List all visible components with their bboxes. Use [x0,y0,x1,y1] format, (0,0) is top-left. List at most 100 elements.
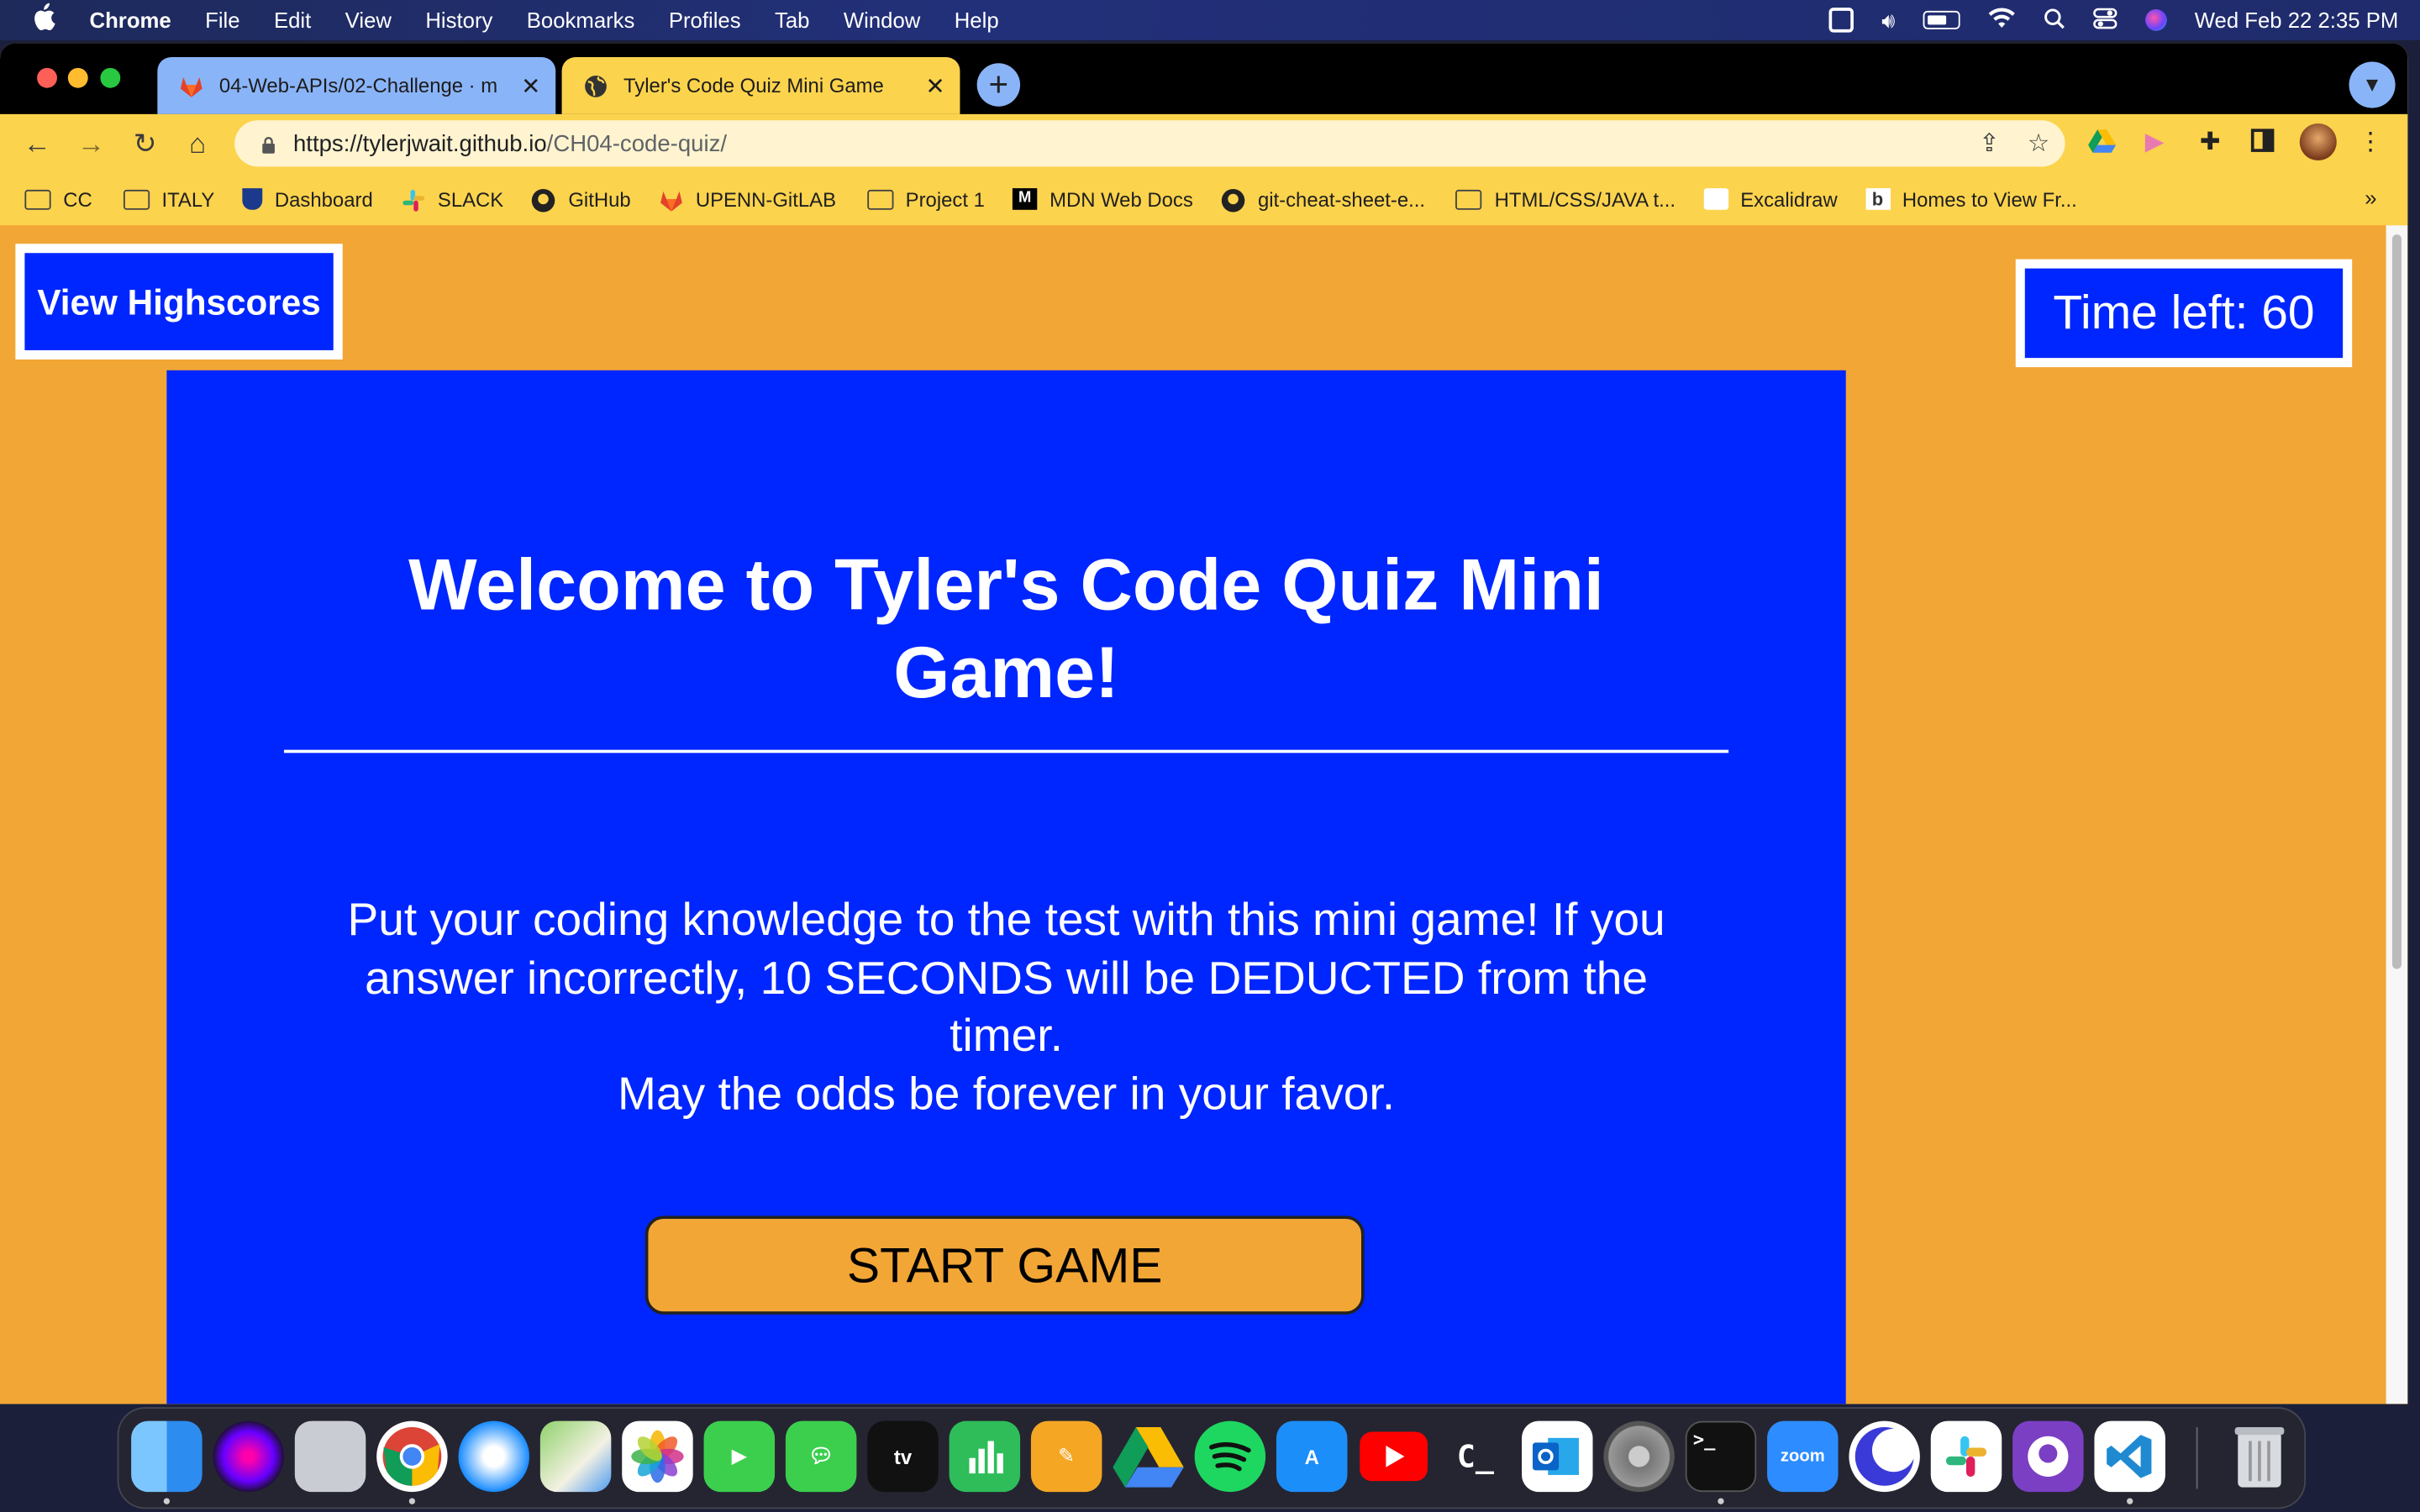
menu-app-name[interactable]: Chrome [90,8,171,32]
scrollbar-thumb[interactable] [2391,234,2402,969]
folder-icon [1455,189,1482,209]
menu-edit[interactable]: Edit [274,8,311,32]
more-bookmarks-icon[interactable]: » [2365,185,2376,209]
google-drive-extension-icon[interactable] [2086,128,2118,159]
home-icon[interactable]: ⌂ [179,125,216,162]
slack-icon[interactable] [1930,1420,2002,1493]
browser-toolbar: ← → ↻ ⌂ https://tylerjwait.github.io/CH0… [0,113,2408,173]
codecademy-icon[interactable]: C_ [1440,1421,1511,1492]
battery-icon[interactable] [1923,10,1960,29]
photos-icon[interactable] [622,1420,693,1493]
night-owl-icon[interactable] [1849,1420,1920,1493]
bookmark-html-css-java[interactable]: HTML/CSS/JAVA t... [1455,187,1676,211]
outlook-icon[interactable] [1522,1420,1593,1493]
title-line-2: Game! [893,631,1119,713]
bookmark-project-1[interactable]: Project 1 [866,187,985,211]
intro-line-2: answer incorrectly, 10 SECONDS will be D… [365,953,1649,1004]
app-store-icon[interactable]: A [1276,1420,1348,1493]
address-bar[interactable]: https://tylerjwait.github.io/CH04-code-q… [234,120,2065,167]
gitlab-icon [179,73,203,97]
bookmark-dashboard[interactable]: Dashboard [242,187,373,211]
github-desktop-icon[interactable] [2012,1420,2084,1493]
pages-icon[interactable]: ✎ [1030,1420,1102,1493]
lock-icon[interactable] [260,134,278,154]
google-drive-icon[interactable] [1113,1421,1184,1492]
share-icon[interactable]: ⇪ [1979,128,2000,159]
control-center-icon[interactable] [2093,7,2118,33]
bookmark-cc[interactable]: CC [24,187,92,211]
bookmark-label: git-cheat-sheet-e... [1257,187,1426,211]
youtube-icon[interactable] [1358,1421,1428,1492]
numbers-icon[interactable] [949,1420,1021,1493]
close-tab-icon[interactable]: ✕ [513,71,550,99]
close-tab-icon[interactable]: ✕ [917,71,954,99]
launchpad-icon[interactable] [294,1420,366,1493]
bookmark-star-icon[interactable]: ☆ [2028,128,2049,159]
terminal-icon[interactable]: >_ [1685,1420,1757,1493]
maps-icon[interactable] [539,1420,612,1493]
view-highscores-button[interactable]: View Highscores [15,244,343,360]
intro-line-4: May the odds be forever in your favor. [618,1068,1396,1120]
bookmark-upenn-gitlab[interactable]: UPENN-GitLAB [659,187,836,212]
new-tab-button[interactable]: + [976,63,1021,107]
timer-display: Time left: 60 [2015,259,2353,368]
menu-bookmarks[interactable]: Bookmarks [527,8,635,32]
bookmark-slack[interactable]: SLACK [401,187,503,212]
zoom-icon[interactable]: zoom [1767,1420,1839,1493]
bookmark-github[interactable]: GitHub [531,187,631,213]
menu-file[interactable]: File [205,8,239,32]
volume-icon[interactable]: 🔊︎ [1881,7,1895,33]
wifi-icon[interactable] [1988,7,2016,33]
bookmark-label: Dashboard [274,187,373,211]
google-drive-status-icon[interactable] [1828,8,1854,33]
bookmark-italy[interactable]: ITALY [123,187,214,211]
forward-arrow-icon[interactable]: → [72,125,109,162]
menu-view[interactable]: View [345,8,392,32]
tab-search-chevron-icon[interactable]: ▼ [2349,61,2396,108]
tab-code-quiz[interactable]: Tyler's Code Quiz Mini Game ✕ [561,56,960,114]
start-game-button[interactable]: START GAME [644,1215,1365,1315]
menu-profiles[interactable]: Profiles [669,8,741,32]
chrome-icon[interactable] [376,1420,448,1493]
system-preferences-icon[interactable] [1603,1420,1675,1493]
apple-tv-icon[interactable]: tv [867,1420,939,1493]
extensions-puzzle-icon[interactable]: ✚ [2195,128,2226,159]
profile-avatar[interactable] [2299,123,2337,161]
menu-window[interactable]: Window [844,8,920,32]
side-panel-icon[interactable] [2247,128,2278,159]
finder-icon[interactable] [131,1420,203,1493]
tab-title: 04-Web-APIs/02-Challenge · m [218,74,498,97]
facetime-icon[interactable]: ▶ [703,1420,776,1493]
close-window-button[interactable] [37,67,57,88]
back-arrow-icon[interactable]: ← [18,125,55,162]
spotlight-search-icon[interactable] [2044,7,2065,33]
menu-help[interactable]: Help [955,8,999,32]
vscode-icon[interactable] [2094,1420,2165,1493]
siri-icon[interactable] [2144,9,2167,31]
bookmark-excalidraw[interactable]: Excalidraw [1703,187,1838,211]
safari-icon[interactable] [458,1420,529,1493]
bookmark-git-cheat-sheet[interactable]: git-cheat-sheet-e... [1221,187,1426,213]
spotify-icon[interactable] [1194,1420,1266,1493]
folder-icon [123,189,150,209]
bookmark-mdn[interactable]: M MDN Web Docs [1012,187,1193,211]
minimize-window-button[interactable] [67,67,88,88]
menubar-clock[interactable]: Wed Feb 22 2:35 PM [2195,8,2399,32]
github-icon [531,188,555,213]
bookmarks-bar: CC ITALY Dashboard SLACK GitHub UPENN-Gi… [0,172,2408,226]
chrome-menu-icon[interactable]: ⋮ [2355,128,2386,159]
reload-icon[interactable]: ↻ [127,125,164,162]
trash-icon[interactable] [2224,1421,2295,1492]
penn-shield-icon [242,188,263,210]
menu-history[interactable]: History [425,8,492,32]
apple-menu-icon[interactable] [31,2,59,38]
zoom-window-button[interactable] [100,67,121,88]
menu-tab[interactable]: Tab [775,8,809,32]
bookmark-homes-to-view[interactable]: b Homes to View Fr... [1865,187,2077,211]
page-scrollbar[interactable] [2386,225,2408,1404]
screencastify-extension-icon[interactable]: ▶ [2139,128,2170,159]
siri-icon[interactable] [213,1420,284,1493]
messages-icon[interactable]: 💬︎ [785,1420,857,1493]
folder-icon [24,189,51,209]
tab-gitlab-challenge[interactable]: 04-Web-APIs/02-Challenge · m ✕ [157,56,556,114]
